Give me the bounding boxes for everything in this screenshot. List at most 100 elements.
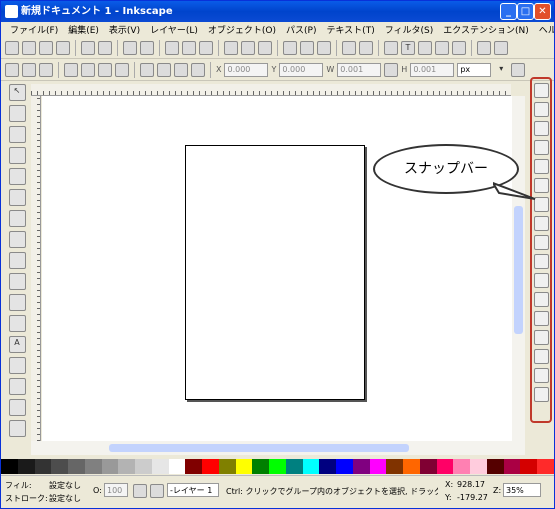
- menu-view[interactable]: 表示(V): [104, 23, 145, 36]
- fill-value[interactable]: 設定なし: [49, 480, 81, 491]
- node-tool-icon[interactable]: [8, 105, 26, 122]
- paste-icon[interactable]: [199, 40, 213, 55]
- preferences-icon[interactable]: [477, 40, 491, 55]
- minimize-button[interactable]: _: [500, 3, 517, 20]
- palette-swatch[interactable]: [17, 459, 35, 474]
- menu-text[interactable]: テキスト(T): [321, 23, 379, 36]
- menu-path[interactable]: パス(P): [281, 23, 321, 36]
- snap-intersection-icon[interactable]: [533, 235, 549, 250]
- snap-bbox-corner-icon[interactable]: [533, 140, 549, 155]
- palette-swatch[interactable]: [101, 459, 119, 474]
- rotate-cw-icon[interactable]: [81, 62, 95, 77]
- snap-bbox-edge-icon[interactable]: [533, 121, 549, 136]
- cut-icon[interactable]: [182, 40, 196, 55]
- palette-swatch[interactable]: [302, 459, 320, 474]
- palette-swatch[interactable]: [470, 459, 487, 474]
- zoom-drawing-icon[interactable]: [241, 40, 255, 55]
- horizontal-scrollbar[interactable]: [31, 441, 525, 455]
- zoom-selection-icon[interactable]: [224, 40, 238, 55]
- copy-icon[interactable]: [165, 40, 179, 55]
- palette-swatch[interactable]: [135, 459, 152, 474]
- palette-swatch[interactable]: [185, 459, 202, 474]
- palette-swatch[interactable]: [235, 459, 253, 474]
- menu-filters[interactable]: フィルタ(S): [380, 23, 439, 36]
- palette-swatch[interactable]: [419, 459, 437, 474]
- text-font-icon[interactable]: T: [401, 40, 415, 55]
- flip-horizontal-icon[interactable]: [98, 62, 112, 77]
- menu-extensions[interactable]: エクステンション(N): [438, 23, 534, 36]
- palette-swatch[interactable]: [68, 459, 85, 474]
- layers-icon[interactable]: [418, 40, 432, 55]
- raise-icon[interactable]: [157, 62, 171, 77]
- rectangle-tool-icon[interactable]: [8, 168, 26, 185]
- unit-select[interactable]: px: [457, 62, 492, 77]
- palette-swatch[interactable]: [269, 459, 286, 474]
- save-icon[interactable]: [39, 40, 53, 55]
- pen-tool-icon[interactable]: [8, 294, 26, 311]
- snap-path-icon[interactable]: [533, 216, 549, 231]
- horizontal-scroll-thumb[interactable]: [109, 444, 409, 452]
- group-icon[interactable]: [342, 40, 356, 55]
- clone-icon[interactable]: [300, 40, 314, 55]
- palette-swatch[interactable]: [403, 459, 420, 474]
- print-icon[interactable]: [56, 40, 70, 55]
- maximize-button[interactable]: □: [517, 3, 534, 20]
- snap-midpoint-icon[interactable]: [533, 292, 549, 307]
- palette-swatch[interactable]: [34, 459, 52, 474]
- redo-icon[interactable]: [140, 40, 154, 55]
- y-input[interactable]: 0.000: [279, 62, 324, 77]
- star-tool-icon[interactable]: [8, 231, 26, 248]
- palette-swatch[interactable]: [118, 459, 135, 474]
- palette-swatch[interactable]: [252, 459, 269, 474]
- selector-tool-icon[interactable]: ↖: [8, 84, 26, 101]
- zoom-tool-icon[interactable]: [8, 147, 26, 164]
- export-icon[interactable]: [98, 40, 112, 55]
- new-icon[interactable]: [5, 40, 19, 55]
- palette-swatch[interactable]: [285, 459, 303, 474]
- text-tool-icon[interactable]: A: [8, 336, 26, 353]
- palette-swatch[interactable]: [336, 459, 353, 474]
- w-input[interactable]: 0.001: [337, 62, 382, 77]
- palette-swatch[interactable]: [202, 459, 219, 474]
- stroke-value[interactable]: 設定なし: [49, 493, 81, 504]
- undo-icon[interactable]: [123, 40, 137, 55]
- palette-swatch[interactable]: [486, 459, 504, 474]
- calligraphy-tool-icon[interactable]: [8, 315, 26, 332]
- open-icon[interactable]: [22, 40, 36, 55]
- vertical-scrollbar[interactable]: [512, 96, 525, 441]
- snap-page-border-icon[interactable]: [533, 349, 549, 364]
- x-input[interactable]: 0.000: [224, 62, 269, 77]
- unlink-clone-icon[interactable]: [317, 40, 331, 55]
- snap-smooth-icon[interactable]: [533, 273, 549, 288]
- spray-tool-icon[interactable]: [8, 357, 26, 374]
- import-icon[interactable]: [81, 40, 95, 55]
- vertical-scroll-thumb[interactable]: [514, 206, 523, 334]
- palette-swatch[interactable]: [537, 459, 554, 474]
- transform-option-icon[interactable]: [511, 62, 526, 77]
- visibility-eye-icon[interactable]: [133, 484, 147, 498]
- snap-toggle-icon[interactable]: [533, 83, 549, 98]
- lower-to-bottom-icon[interactable]: [191, 62, 205, 77]
- snap-cusp-icon[interactable]: [533, 254, 549, 269]
- spiral-tool-icon[interactable]: [8, 252, 26, 269]
- palette-swatch[interactable]: [168, 459, 186, 474]
- snap-bbox-midpoint-icon[interactable]: [533, 159, 549, 174]
- duplicate-icon[interactable]: [283, 40, 297, 55]
- 3d-box-tool-icon[interactable]: [8, 189, 26, 206]
- document-properties-icon[interactable]: [494, 40, 508, 55]
- palette-swatch[interactable]: [218, 459, 236, 474]
- palette-swatch[interactable]: [453, 459, 470, 474]
- menu-help[interactable]: ヘルプ(H): [534, 23, 554, 36]
- snap-grid-icon[interactable]: [533, 368, 549, 383]
- snap-object-center-icon[interactable]: [533, 311, 549, 326]
- palette-swatch[interactable]: [352, 459, 370, 474]
- palette-swatch[interactable]: [369, 459, 387, 474]
- ungroup-icon[interactable]: [359, 40, 373, 55]
- menu-object[interactable]: オブジェクト(O): [203, 23, 281, 36]
- palette-swatch[interactable]: [319, 459, 336, 474]
- menu-file[interactable]: ファイル(F): [5, 23, 63, 36]
- rotate-ccw-icon[interactable]: [64, 62, 78, 77]
- palette-swatch[interactable]: [503, 459, 521, 474]
- deselect-icon[interactable]: [39, 62, 53, 77]
- lock-ratio-icon[interactable]: [384, 62, 399, 77]
